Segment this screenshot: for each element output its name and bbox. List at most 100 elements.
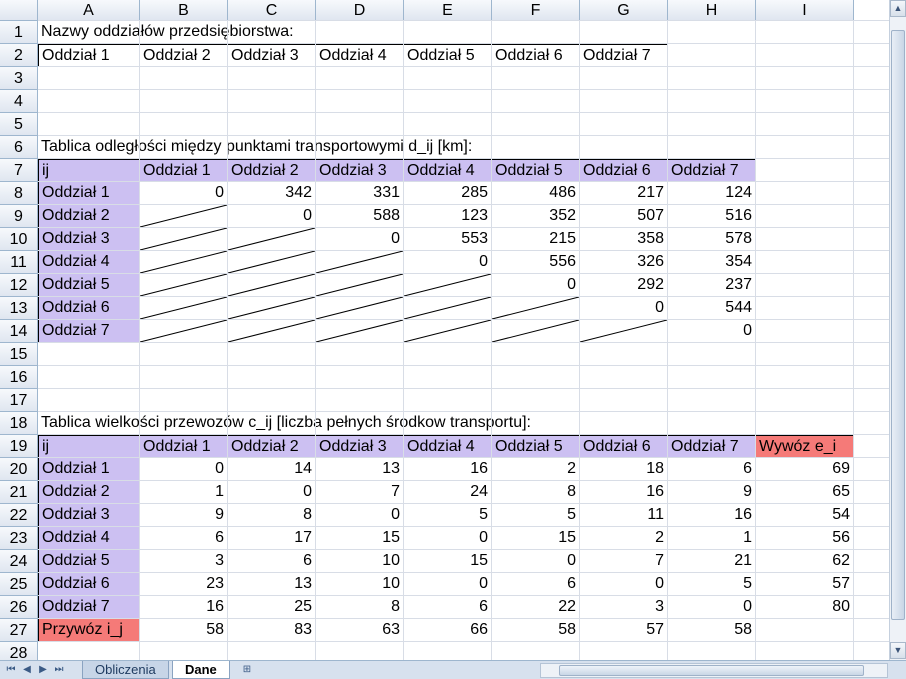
transport-value-cell[interactable]: 21 — [668, 550, 756, 573]
distance-value-cell[interactable] — [492, 297, 580, 320]
distance-row-label[interactable]: Oddział 3 — [38, 228, 140, 251]
distance-value-cell[interactable] — [228, 320, 316, 343]
distance-value-cell[interactable] — [316, 274, 404, 297]
branch-name-cell[interactable]: Oddział 7 — [580, 44, 668, 67]
distance-value-cell[interactable]: 331 — [316, 182, 404, 205]
transport-value-cell[interactable]: 7 — [316, 481, 404, 504]
transport-value-cell[interactable]: 23 — [140, 573, 228, 596]
transport-value-cell[interactable]: 0 — [492, 550, 580, 573]
transport-value-cell[interactable]: 10 — [316, 573, 404, 596]
row-header-23[interactable]: 23 — [0, 527, 38, 550]
transport-header-cell[interactable]: Oddział 2 — [228, 435, 316, 458]
distance-value-cell[interactable] — [140, 320, 228, 343]
row-header-20[interactable]: 20 — [0, 458, 38, 481]
column-header-f[interactable]: F — [492, 0, 580, 21]
transport-value-cell[interactable]: 16 — [668, 504, 756, 527]
distance-value-cell[interactable]: 292 — [580, 274, 668, 297]
tab-obliczenia[interactable]: Obliczenia — [82, 661, 169, 679]
transport-value-cell[interactable]: 15 — [316, 527, 404, 550]
transport-value-cell[interactable]: 6 — [668, 458, 756, 481]
distance-value-cell[interactable]: 0 — [580, 297, 668, 320]
distance-value-cell[interactable] — [140, 251, 228, 274]
column-header-d[interactable]: D — [316, 0, 404, 21]
column-header-g[interactable]: G — [580, 0, 668, 21]
transport-value-cell[interactable]: 6 — [404, 596, 492, 619]
distance-header-cell[interactable]: Oddział 1 — [140, 159, 228, 182]
column-header-e[interactable]: E — [404, 0, 492, 21]
transport-value-cell[interactable]: 5 — [668, 573, 756, 596]
distance-value-cell[interactable]: 544 — [668, 297, 756, 320]
transport-corner-cell[interactable]: ij — [38, 435, 140, 458]
export-header-cell[interactable]: Wywóz e_i — [756, 435, 854, 458]
distance-value-cell[interactable] — [228, 297, 316, 320]
first-sheet-icon[interactable]: ⏮ — [4, 663, 18, 677]
row-header-22[interactable]: 22 — [0, 504, 38, 527]
transport-value-cell[interactable]: 17 — [228, 527, 316, 550]
row-header-16[interactable]: 16 — [0, 366, 38, 389]
distance-value-cell[interactable]: 0 — [668, 320, 756, 343]
branch-name-cell[interactable]: Oddział 1 — [38, 44, 140, 67]
distance-row-label[interactable]: Oddział 2 — [38, 205, 140, 228]
row-header-14[interactable]: 14 — [0, 320, 38, 343]
column-header-b[interactable]: B — [140, 0, 228, 21]
transport-value-cell[interactable]: 1 — [668, 527, 756, 550]
transport-value-cell[interactable]: 7 — [580, 550, 668, 573]
transport-value-cell[interactable]: 0 — [140, 458, 228, 481]
distance-corner-cell[interactable]: ij — [38, 159, 140, 182]
transport-value-cell[interactable]: 6 — [492, 573, 580, 596]
distance-value-cell[interactable]: 486 — [492, 182, 580, 205]
select-all-corner[interactable] — [0, 0, 38, 21]
import-value-cell[interactable]: 58 — [140, 619, 228, 642]
export-value-cell[interactable]: 57 — [756, 573, 854, 596]
transport-value-cell[interactable]: 2 — [492, 458, 580, 481]
transport-value-cell[interactable]: 16 — [580, 481, 668, 504]
transport-value-cell[interactable]: 16 — [404, 458, 492, 481]
distance-value-cell[interactable]: 578 — [668, 228, 756, 251]
distance-value-cell[interactable]: 0 — [316, 228, 404, 251]
distance-value-cell[interactable]: 342 — [228, 182, 316, 205]
transport-value-cell[interactable]: 0 — [404, 573, 492, 596]
distance-row-label[interactable]: Oddział 6 — [38, 297, 140, 320]
import-value-cell[interactable]: 66 — [404, 619, 492, 642]
export-value-cell[interactable]: 62 — [756, 550, 854, 573]
row-header-2[interactable]: 2 — [0, 44, 38, 67]
row-header-15[interactable]: 15 — [0, 343, 38, 366]
transport-row-label[interactable]: Oddział 6 — [38, 573, 140, 596]
branch-name-cell[interactable]: Oddział 5 — [404, 44, 492, 67]
distance-value-cell[interactable] — [404, 297, 492, 320]
transport-header-cell[interactable]: Oddział 4 — [404, 435, 492, 458]
distance-value-cell[interactable] — [140, 297, 228, 320]
transport-value-cell[interactable]: 0 — [668, 596, 756, 619]
distance-value-cell[interactable]: 217 — [580, 182, 668, 205]
distance-header-cell[interactable]: Oddział 3 — [316, 159, 404, 182]
distance-value-cell[interactable] — [404, 274, 492, 297]
distance-value-cell[interactable]: 352 — [492, 205, 580, 228]
scroll-thumb[interactable] — [891, 30, 905, 620]
vertical-scrollbar[interactable]: ▲ ▼ — [889, 0, 906, 660]
distance-value-cell[interactable] — [228, 274, 316, 297]
import-value-cell[interactable]: 83 — [228, 619, 316, 642]
row-header-13[interactable]: 13 — [0, 297, 38, 320]
row-header-4[interactable]: 4 — [0, 90, 38, 113]
horizontal-scrollbar[interactable] — [540, 663, 888, 678]
insert-sheet-icon[interactable]: ⊞ — [238, 663, 256, 677]
transport-header-cell[interactable]: Oddział 6 — [580, 435, 668, 458]
distance-value-cell[interactable] — [580, 320, 668, 343]
transport-value-cell[interactable]: 8 — [228, 504, 316, 527]
row-header-6[interactable]: 6 — [0, 136, 38, 159]
distance-value-cell[interactable]: 588 — [316, 205, 404, 228]
distance-row-label[interactable]: Oddział 5 — [38, 274, 140, 297]
column-header-c[interactable]: C — [228, 0, 316, 21]
import-value-cell[interactable]: 58 — [492, 619, 580, 642]
import-value-cell[interactable]: 57 — [580, 619, 668, 642]
distance-value-cell[interactable]: 215 — [492, 228, 580, 251]
row-header-19[interactable]: 19 — [0, 435, 38, 458]
transport-value-cell[interactable]: 2 — [580, 527, 668, 550]
distance-value-cell[interactable] — [404, 320, 492, 343]
empty-total-cell[interactable] — [756, 619, 854, 642]
transport-row-label[interactable]: Oddział 4 — [38, 527, 140, 550]
distance-value-cell[interactable]: 553 — [404, 228, 492, 251]
transport-value-cell[interactable]: 10 — [316, 550, 404, 573]
row-header-5[interactable]: 5 — [0, 113, 38, 136]
distance-value-cell[interactable]: 556 — [492, 251, 580, 274]
